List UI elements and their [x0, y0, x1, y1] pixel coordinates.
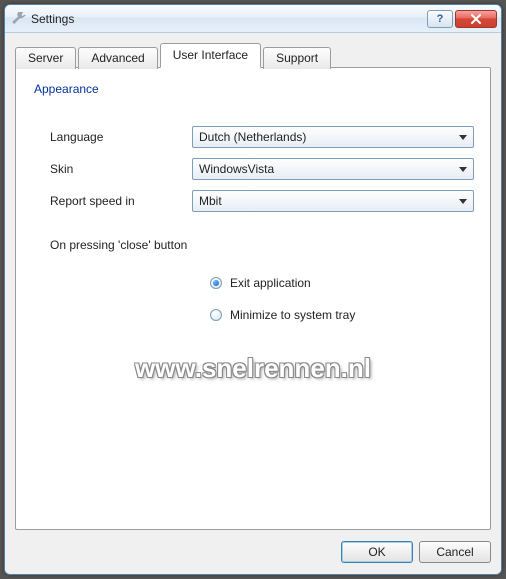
- combo-skin[interactable]: WindowsVista: [192, 158, 474, 180]
- label-skin: Skin: [32, 162, 192, 176]
- chevron-down-icon: [455, 129, 471, 145]
- radio-icon: [210, 309, 222, 321]
- label-on-close: On pressing 'close' button: [50, 238, 474, 252]
- tab-page-user-interface: Appearance Language Dutch (Netherlands) …: [15, 67, 491, 530]
- wrench-icon: [11, 11, 27, 27]
- close-icon: [470, 14, 482, 24]
- row-report-speed: Report speed in Mbit: [32, 190, 474, 212]
- tab-strip: Server Advanced User Interface Support: [15, 43, 491, 68]
- radio-minimize-label: Minimize to system tray: [230, 308, 355, 322]
- watermark: www.snelrennen.nl: [135, 353, 371, 384]
- radio-exit-label: Exit application: [230, 276, 311, 290]
- radio-icon: [210, 277, 222, 289]
- chevron-down-icon: [455, 161, 471, 177]
- dialog-footer: OK Cancel: [5, 530, 501, 574]
- titlebar: Settings ?: [5, 5, 501, 33]
- combo-report-speed[interactable]: Mbit: [192, 190, 474, 212]
- cancel-button[interactable]: Cancel: [419, 541, 491, 563]
- ok-button[interactable]: OK: [341, 541, 413, 563]
- close-button[interactable]: [455, 10, 497, 28]
- combo-language-value: Dutch (Netherlands): [199, 130, 306, 144]
- tab-user-interface[interactable]: User Interface: [160, 43, 261, 68]
- window-title: Settings: [31, 12, 425, 26]
- row-skin: Skin WindowsVista: [32, 158, 474, 180]
- tab-support[interactable]: Support: [263, 47, 331, 69]
- chevron-down-icon: [455, 193, 471, 209]
- combo-language[interactable]: Dutch (Netherlands): [192, 126, 474, 148]
- radio-minimize-to-tray[interactable]: Minimize to system tray: [210, 308, 474, 322]
- group-appearance-label: Appearance: [34, 82, 474, 96]
- radio-exit-application[interactable]: Exit application: [210, 276, 474, 290]
- label-language: Language: [32, 130, 192, 144]
- combo-report-speed-value: Mbit: [199, 194, 222, 208]
- help-icon: ?: [437, 13, 444, 25]
- tab-advanced[interactable]: Advanced: [78, 47, 157, 69]
- tab-server[interactable]: Server: [15, 47, 76, 69]
- help-button[interactable]: ?: [427, 10, 453, 28]
- label-report-speed: Report speed in: [32, 194, 192, 208]
- combo-skin-value: WindowsVista: [199, 162, 274, 176]
- settings-window: Settings ? Server Advanced User Interfac…: [4, 4, 502, 575]
- content-area: Server Advanced User Interface Support A…: [5, 33, 501, 530]
- row-language: Language Dutch (Netherlands): [32, 126, 474, 148]
